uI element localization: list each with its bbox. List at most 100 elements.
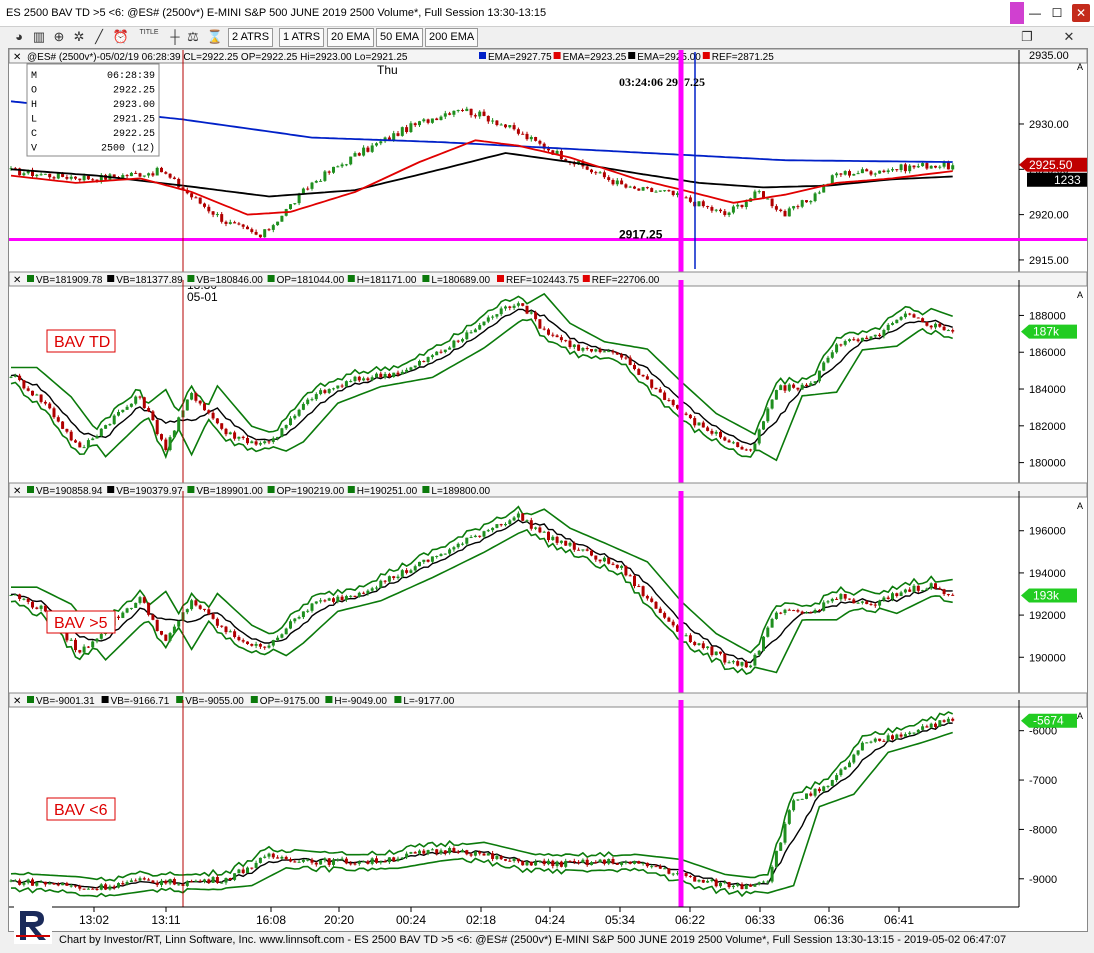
candle-body [495,314,499,317]
zoom-icon[interactable]: ⊕ [50,28,68,46]
candle-body [241,640,245,642]
candle-body [263,646,267,648]
candle-body [26,879,30,883]
restore-window-icon[interactable]: ❐ [1018,28,1036,46]
legend-item: VB=189901.00 [196,486,263,497]
candle-body [822,786,826,792]
palette-icon[interactable]: ◕ [10,28,28,46]
candle-body [826,357,830,363]
candle-body [843,594,847,599]
candle-body [916,166,920,168]
maximize-button[interactable]: ☐ [1046,4,1068,22]
candle-chart-icon[interactable]: ▥ [30,28,48,46]
candle-body [946,718,950,722]
candle-body [224,428,228,435]
candle-body [13,880,17,882]
info-box-key: C [31,129,37,140]
candle-body [306,610,310,612]
candle-body [607,557,611,564]
gear-icon[interactable]: ✲ [70,28,88,46]
candle-body [74,176,77,179]
candle-body [753,654,757,666]
candle-body [607,351,611,353]
candle-body [813,193,817,202]
y-tick-label: 2920.00 [1029,210,1069,222]
candle-body [719,883,722,887]
candle-body [908,589,912,592]
candle-body [903,313,907,318]
candle-body [602,557,606,562]
draw-line-icon[interactable]: ╱ [90,28,108,46]
candle-body [637,188,641,191]
candle-body [714,651,718,656]
candle-body [521,303,525,306]
candle-body [104,425,108,429]
y-tick-label: 188000 [1029,310,1066,322]
candle-body [478,535,482,537]
candle-body [258,644,262,647]
candle-body [448,347,452,350]
candle-body [349,381,353,383]
close-chart-icon[interactable]: ✕ [1060,28,1078,46]
title-icon[interactable]: TITLE [136,28,162,46]
candle-body [61,883,65,886]
candle-body [405,570,409,573]
candle-body [203,608,206,610]
candle-body [504,523,507,526]
candle-body [843,767,847,770]
minimize-button[interactable]: — [1024,4,1046,22]
chart-area[interactable]: ✕ @ES# (2500v*)-05/02/19 06:28:39 CL=2922… [8,48,1089,932]
candle-body [757,429,761,444]
chart-svg[interactable]: ✕ @ES# (2500v*)-05/02/19 06:28:39 CL=2922… [8,48,1089,931]
candle-body [891,169,894,171]
candle-body [813,610,817,613]
candle-body [293,203,297,205]
ema200-button[interactable]: 200 EMA [425,28,479,47]
candle-body [142,397,146,409]
hourglass-icon[interactable]: ⌛ [206,28,224,46]
candle-body [598,859,602,863]
candle-body [392,133,396,140]
candle-body [534,312,538,320]
candle-body [624,861,628,863]
candle-body [770,866,774,882]
alarm-clock-icon[interactable]: ⏰ [112,28,130,46]
candle-body [22,598,26,600]
legend-swatch [101,696,109,703]
candle-body [387,576,391,582]
candle-body [727,881,731,888]
candle-body [314,862,318,865]
candle-body [301,188,305,194]
crosshair-icon[interactable]: ┼ [166,28,184,46]
x-tick-label: 04:24 [535,913,565,927]
candle-body [572,344,576,348]
candle-body [508,125,512,128]
ema20-button[interactable]: 20 EMA [327,28,375,47]
x-tick-label: 05:34 [605,913,635,927]
candle-body [577,344,581,351]
info-box-key: M [31,71,37,82]
close-button[interactable]: ✕ [1072,4,1090,22]
pane-close-icon: ✕ [13,52,21,63]
atr1-button[interactable]: 1 ATRS [279,28,325,47]
candle-body [18,880,22,885]
candle-body [684,635,688,637]
candle-body [555,861,559,867]
candle-body [817,192,821,194]
candle-body [443,349,447,353]
legend-item: VB=190858.94 [36,486,103,497]
legend-item: H=190251.00 [357,486,418,497]
legend-swatch [107,486,115,493]
atr2-button[interactable]: 2 ATRS [228,28,274,47]
candle-body [121,409,125,412]
scale-icon[interactable]: ⚖ [184,28,202,46]
candle-body [168,633,172,641]
candle-body [74,885,77,887]
ema50-button[interactable]: 50 EMA [376,28,424,47]
candle-body [409,852,413,854]
legend-item: REF=102443.75 [506,275,580,286]
candle-body [946,162,950,170]
candle-body [860,337,864,342]
candle-body [9,880,13,882]
candle-body [774,206,778,210]
